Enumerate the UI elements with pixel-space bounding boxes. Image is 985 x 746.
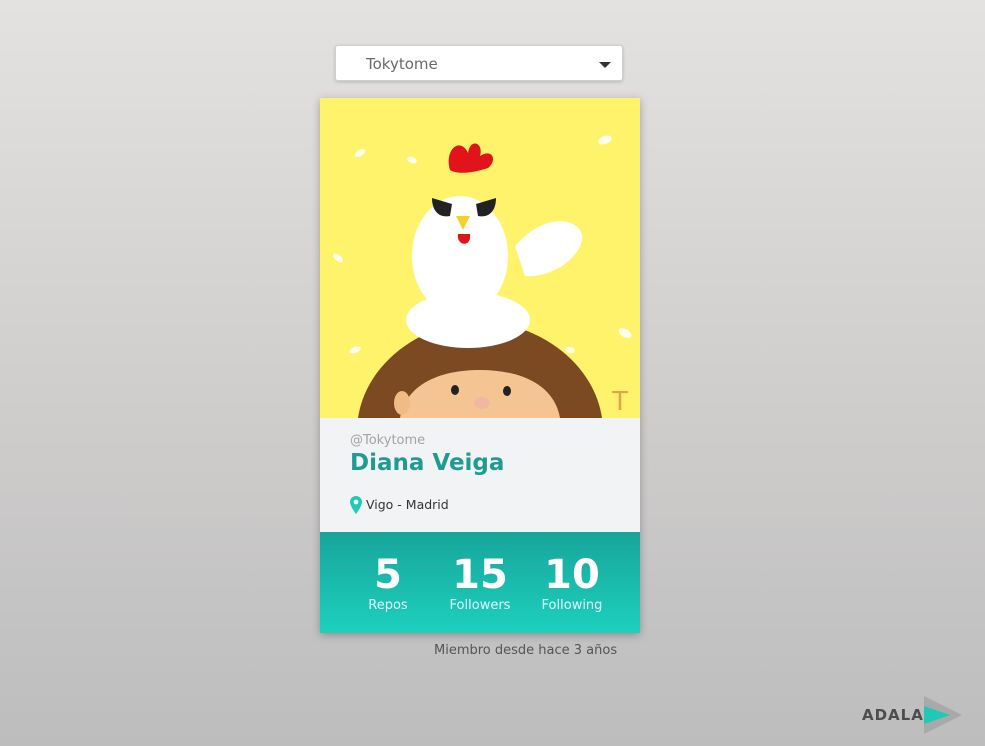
location-text: Vigo - Madrid <box>366 497 449 512</box>
adalab-logo: ADALAB <box>862 696 964 734</box>
stat-value: 10 <box>544 552 600 598</box>
member-since: Miembro desde hace 3 años <box>434 643 618 658</box>
stat-label: Followers <box>449 598 511 613</box>
stat-repos[interactable]: 5 Repos <box>343 552 433 613</box>
map-pin-icon <box>350 496 362 514</box>
stat-label: Following <box>541 598 603 613</box>
user-select-value: Tokytome <box>366 55 438 73</box>
svg-text:T: T <box>611 387 628 417</box>
stat-label: Repos <box>368 598 408 613</box>
username: @Tokytome <box>350 433 426 448</box>
stat-followers[interactable]: 15 Followers <box>435 552 525 613</box>
user-select-dropdown[interactable]: Tokytome <box>335 45 623 81</box>
stat-value: 5 <box>374 552 402 598</box>
chevron-down-icon[interactable] <box>599 62 611 68</box>
avatar: T <box>320 98 640 418</box>
profile-card: T @Tokytome Diana Veiga Vigo - Madrid 5 … <box>320 98 640 633</box>
stat-following[interactable]: 10 Following <box>527 552 617 613</box>
stats-bar: 5 Repos 15 Followers 10 Following <box>320 532 640 633</box>
stat-value: 15 <box>452 552 508 598</box>
profile-name: Diana Veiga <box>350 450 505 476</box>
play-arrow-icon <box>924 696 962 734</box>
